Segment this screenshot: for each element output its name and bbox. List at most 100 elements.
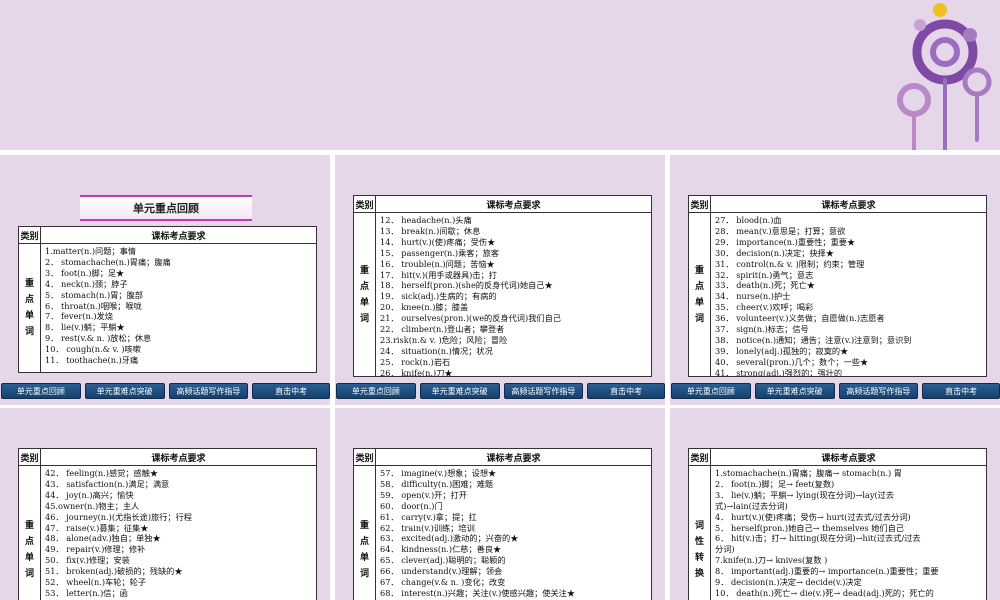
vocab-line: 62． train(v.)训练；培训 [380, 522, 475, 533]
vocab-line: 24． situation(n.)情况；状况 [380, 345, 493, 356]
vocab-line: 2． stomachache(n.)胃痛；腹痛 [45, 256, 171, 267]
slide-6: 类别 课标考点要求 词 性 转 换 1.stomachache(n.)胃痛；腹痛… [670, 408, 1000, 600]
vocab-line: 14． hurt(v.)(使)疼痛；受伤★ [380, 236, 496, 247]
vocab-line: 61． carry(v.)拿；提；扛 [380, 511, 477, 522]
vocab-line: 2． foot(n.)脚；足→ feet(复数) [715, 478, 835, 489]
nav-button-exam[interactable]: 直击中考 [922, 383, 1000, 399]
vocab-line: 34． nurse(n.)护士 [715, 291, 791, 302]
vocab-line: 23.risk(n.& v. )危险；风险；冒险 [380, 334, 508, 345]
vocab-line: 52． wheel(n.)车轮；轮子 [45, 577, 147, 588]
nav-button-difficulties[interactable]: 单元重难点突破 [754, 383, 835, 399]
vocab-table: 类别 课标考点要求 重 点 单 词 1.matter(n.)问题；事情 2． st… [18, 226, 317, 373]
vocab-line: 16． trouble(n.)问题；苦恼★ [380, 258, 495, 269]
header-category: 类别 [689, 449, 711, 465]
vocab-line: 5． herself(pron.)她自己→ themselves 她们自己 [715, 522, 904, 533]
vocab-line: 49． repair(v.)修理；修补 [45, 544, 146, 555]
category-label: 词 性 转 换 [689, 466, 711, 600]
vocab-line: 42． feeling(n.)感觉；感触★ [45, 468, 159, 478]
vocab-line: 37． sign(n.)标志；信号 [715, 324, 809, 335]
category-label: 重 点 单 词 [354, 213, 376, 376]
nav-button-review[interactable]: 单元重点回顾 [1, 383, 81, 399]
vocab-list: 12． headache(n.)头痛 13． break(n.)间歇；休息 14． … [376, 213, 651, 376]
vocab-line: 31． control(n.& v. )限制；约束；管理 [715, 258, 865, 269]
category-label: 重 点 单 词 [19, 244, 41, 372]
vocab-list: 1.matter(n.)问题；事情 2． stomachache(n.)胃痛；腹痛… [41, 244, 316, 372]
header-category: 类别 [19, 449, 41, 465]
vocab-line: 59． open(v.)开；打开 [380, 489, 467, 500]
header-requirements: 课标考点要求 [151, 453, 206, 464]
vocab-table: 类别 课标考点要求 重 点 单 词 57． imagine(v.)想象；设想★ 5… [353, 448, 652, 600]
nav-button-exam[interactable]: 直击中考 [587, 383, 665, 399]
vocab-line: 47． raise(v.)募集；征集★ [45, 522, 149, 533]
vocab-line: 30． decision(n.)决定；抉择★ [715, 247, 834, 258]
table-header: 类别 课标考点要求 [354, 449, 651, 466]
nav-button-difficulties[interactable]: 单元重难点突破 [419, 383, 500, 399]
vocab-line: 18． herself(pron.)(she的反身代词)她自己★ [380, 280, 553, 291]
vocab-line: 68． interest(n.)兴趣；关注(v.)使感兴趣；使关注★ [380, 587, 576, 598]
vocab-line: 64． kindness(n.)仁慈；善良★ [380, 544, 502, 555]
vocab-line: 7.knife(n.)刀→ knives(复数 ) [715, 555, 828, 566]
nav-button-review[interactable]: 单元重点回顾 [336, 383, 416, 399]
vocab-line: 4． neck(n.)颈；脖子 [45, 278, 128, 289]
vocab-line: 65． clever(adj.)聪明的；聪颖的 [380, 555, 506, 566]
nav-button-review[interactable]: 单元重点回顾 [671, 383, 751, 399]
nav-button-writing[interactable]: 高频话题写作指导 [838, 383, 919, 399]
vocab-line: 6． hit(v.)击；打→ hitting(现在分词)→hit(过去式/过去 [715, 533, 921, 544]
vocab-line: 28． mean(v.)意思是；打算；意欲 [715, 225, 846, 236]
vocab-line: 9． decision(n.)决定→ decide(v.)决定 [715, 577, 862, 588]
vocab-line: 40． several(pron.)几个；数个；一些★ [715, 356, 869, 367]
vocab-line: 13． break(n.)间歇；休息 [380, 225, 481, 236]
vocab-line: 5． stomach(n.)胃；腹部 [45, 289, 143, 300]
vocab-line: 33． death(n.)死；死亡★ [715, 280, 815, 291]
vocab-table: 类别 课标考点要求 词 性 转 换 1.stomachache(n.)胃痛；腹痛… [688, 448, 987, 600]
header-requirements: 课标考点要求 [821, 453, 876, 464]
header-requirements: 课标考点要求 [151, 231, 206, 242]
vocab-line: 58． difficulty(n.)困难；难题 [380, 478, 494, 489]
slide-2: 类别 课标考点要求 重 点 单 词 12． headache(n.)头痛 13． … [335, 155, 665, 405]
vocab-line: 8． important(adj.)重要的→ importance(n.)重要性… [715, 566, 939, 577]
vocab-line: 45.owner(n.)物主；主人 [45, 500, 140, 511]
vocab-line: 26． knife(n.)刀★ [380, 367, 453, 376]
vocab-table: 类别 课标考点要求 重 点 单 词 42． feeling(n.)感觉；感触★ 4… [18, 448, 317, 600]
vocab-line: 22． climber(n.)登山者；攀登者 [380, 324, 505, 335]
nav-button-writing[interactable]: 高频话题写作指导 [503, 383, 584, 399]
header-category: 类别 [354, 196, 376, 212]
table-header: 类别 课标考点要求 [19, 227, 316, 244]
table-header: 类别 课标考点要求 [689, 196, 986, 213]
nav-button-exam[interactable]: 直击中考 [252, 383, 330, 399]
vocab-line: 44． joy(n.)高兴；愉快 [45, 489, 134, 500]
vocab-line: 15． passenger(n.)乘客；旅客 [380, 247, 500, 258]
category-label: 重 点 单 词 [354, 466, 376, 600]
header-requirements: 课标考点要求 [486, 453, 541, 464]
vocab-line: 60． door(n.)门 [380, 500, 443, 511]
vocab-list: 57． imagine(v.)想象；设想★ 58． difficulty(n.)困… [376, 466, 651, 600]
vocab-line: 21． ourselves(pron.)(we的反身代词)我们自己 [380, 313, 561, 324]
vocab-line: 1.matter(n.)问题；事情 [45, 246, 136, 256]
vocab-list: 42． feeling(n.)感觉；感触★ 43． satisfaction(n.… [41, 466, 316, 600]
nav-bar: 单元重点回顾 单元重难点突破 高频话题写作指导 直击中考 [335, 383, 665, 399]
nav-button-difficulties[interactable]: 单元重难点突破 [84, 383, 165, 399]
vocab-line: 53． letter(n.)信；函 [45, 587, 128, 598]
vocab-line: 12． headache(n.)头痛 [380, 215, 472, 225]
header-category: 类别 [354, 449, 376, 465]
section-title: 单元重点回顾 [80, 195, 252, 221]
header-requirements: 课标考点要求 [486, 200, 541, 211]
vocab-line: 29． importance(n.)重要性；重要★ [715, 236, 856, 247]
vocab-line: 35． cheer(v.)欢呼；喝彩 [715, 302, 814, 313]
vocab-line: 46． journey(n.)(尤指长途)旅行；行程 [45, 511, 192, 522]
vocab-line: 50． fix(v.)修理；安装 [45, 555, 130, 566]
header-requirements: 课标考点要求 [821, 200, 876, 211]
nav-button-writing[interactable]: 高频话题写作指导 [168, 383, 249, 399]
vocab-line: 6． throat(n.)咽喉；喉咙 [45, 300, 142, 311]
vocab-line: 48． alone(adv.)独自；单独★ [45, 533, 161, 544]
vocab-list: 1.stomachache(n.)胃痛；腹痛→ stomach(n.) 胃 2． … [711, 466, 986, 600]
vocab-line: 式)→lain(过去分词) [715, 500, 788, 511]
header-category: 类别 [19, 227, 41, 243]
slide-5: 类别 课标考点要求 重 点 单 词 57． imagine(v.)想象；设想★ 5… [335, 408, 665, 600]
vocab-line: 19． sick(adj.)生病的；有病的 [380, 291, 497, 302]
vocab-line: 27． blood(n.)血 [715, 215, 782, 225]
vocab-line: 51． broken(adj.)破损的；残缺的★ [45, 566, 183, 577]
vocab-line: 4． hurt(v.)(使)疼痛；受伤→ hurt(过去式/过去分词) [715, 511, 911, 522]
vocab-line: 25． rock(n.)岩石 [380, 356, 451, 367]
vocab-table: 类别 课标考点要求 重 点 单 词 27． blood(n.)血 28． mean… [688, 195, 987, 377]
